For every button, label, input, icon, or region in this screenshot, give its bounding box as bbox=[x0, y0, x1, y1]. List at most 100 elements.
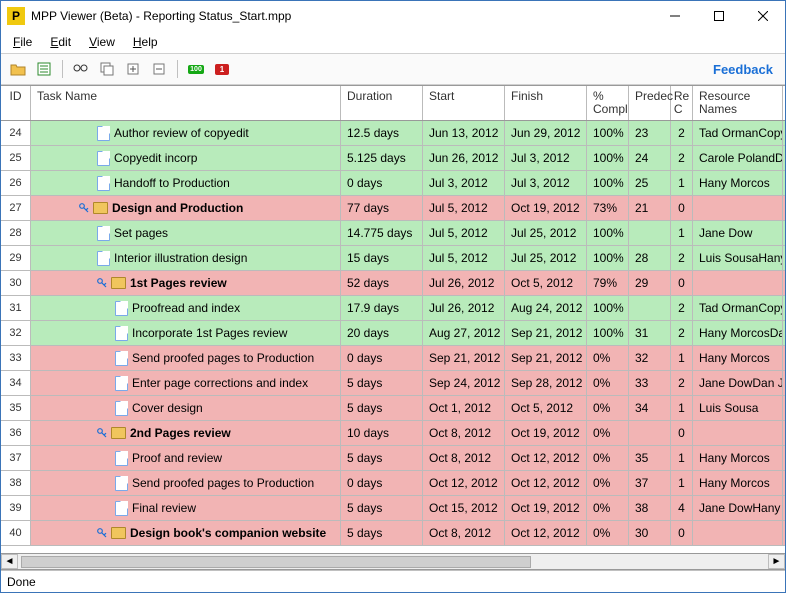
table-row[interactable]: 301st Pages review52 daysJul 26, 2012Oct… bbox=[1, 271, 785, 296]
cell-id: 29 bbox=[1, 246, 31, 270]
cell-finish: Oct 19, 2012 bbox=[505, 496, 587, 520]
table-row[interactable]: 29Interior illustration design15 daysJul… bbox=[1, 246, 785, 271]
scroll-thumb[interactable] bbox=[21, 556, 531, 568]
cell-start: Jul 26, 2012 bbox=[423, 271, 505, 295]
complete-100-icon[interactable]: 100 bbox=[185, 58, 207, 80]
task-name-text: Final review bbox=[132, 501, 196, 515]
cell-start: Oct 8, 2012 bbox=[423, 421, 505, 445]
close-button[interactable] bbox=[741, 1, 785, 31]
col-start[interactable]: Start bbox=[423, 86, 505, 120]
menu-help[interactable]: Help bbox=[125, 33, 166, 51]
cell-id: 24 bbox=[1, 121, 31, 145]
feedback-link[interactable]: Feedback bbox=[713, 62, 779, 77]
expand-all-icon[interactable] bbox=[122, 58, 144, 80]
table-row[interactable]: 39Final review5 daysOct 15, 2012Oct 19, … bbox=[1, 496, 785, 521]
col-resource-count[interactable]: Re C bbox=[671, 86, 693, 120]
cell-complete: 100% bbox=[587, 121, 629, 145]
col-id[interactable]: ID bbox=[1, 86, 31, 120]
folder-icon bbox=[111, 277, 126, 289]
cell-start: Jul 5, 2012 bbox=[423, 221, 505, 245]
copy-icon[interactable] bbox=[96, 58, 118, 80]
table-row[interactable]: 27Design and Production77 daysJul 5, 201… bbox=[1, 196, 785, 221]
menu-view[interactable]: View bbox=[81, 33, 123, 51]
cell-task-name[interactable]: 2nd Pages review bbox=[31, 421, 341, 445]
col-task-name[interactable]: Task Name bbox=[31, 86, 341, 120]
cell-task-name[interactable]: Author review of copyedit bbox=[31, 121, 341, 145]
scroll-right-button[interactable]: ► bbox=[768, 554, 785, 569]
task-name-text: Handoff to Production bbox=[114, 176, 230, 190]
table-row[interactable]: 37Proof and review5 daysOct 8, 2012Oct 1… bbox=[1, 446, 785, 471]
cell-finish: Jul 3, 2012 bbox=[505, 146, 587, 170]
task-name-text: Interior illustration design bbox=[114, 251, 247, 265]
table-row[interactable]: 362nd Pages review10 daysOct 8, 2012Oct … bbox=[1, 421, 785, 446]
maximize-button[interactable] bbox=[697, 1, 741, 31]
scroll-left-button[interactable]: ◄ bbox=[1, 554, 18, 569]
col-predecessors[interactable]: Predec bbox=[629, 86, 671, 120]
minimize-button[interactable] bbox=[653, 1, 697, 31]
cell-duration: 0 days bbox=[341, 346, 423, 370]
table-row[interactable]: 26Handoff to Production0 daysJul 3, 2012… bbox=[1, 171, 785, 196]
menu-file[interactable]: File bbox=[5, 33, 40, 51]
cell-task-name[interactable]: Proofread and index bbox=[31, 296, 341, 320]
find-icon[interactable] bbox=[70, 58, 92, 80]
cell-task-name[interactable]: Cover design bbox=[31, 396, 341, 420]
cell-task-name[interactable]: Proof and review bbox=[31, 446, 341, 470]
cell-task-name[interactable]: Design book's companion website bbox=[31, 521, 341, 545]
cell-duration: 5 days bbox=[341, 496, 423, 520]
task-name-text: Proofread and index bbox=[132, 301, 240, 315]
cell-task-name[interactable]: Final review bbox=[31, 496, 341, 520]
horizontal-scrollbar[interactable]: ◄ ► bbox=[1, 553, 785, 570]
col-finish[interactable]: Finish bbox=[505, 86, 587, 120]
grid-body[interactable]: 24Author review of copyedit12.5 days Jun … bbox=[1, 121, 785, 553]
toolbar-separator bbox=[62, 60, 63, 78]
collapse-all-icon[interactable] bbox=[148, 58, 170, 80]
cell-complete: 100% bbox=[587, 171, 629, 195]
cell-resources: Hany Morcos bbox=[693, 171, 783, 195]
cell-task-name[interactable]: Send proofed pages to Production bbox=[31, 346, 341, 370]
cell-predecessors bbox=[629, 421, 671, 445]
cell-task-name[interactable]: 1st Pages review bbox=[31, 271, 341, 295]
cell-task-name[interactable]: Enter page corrections and index bbox=[31, 371, 341, 395]
table-row[interactable]: 38Send proofed pages to Production0 days… bbox=[1, 471, 785, 496]
late-tasks-icon[interactable]: 1 bbox=[211, 58, 233, 80]
col-duration[interactable]: Duration bbox=[341, 86, 423, 120]
table-row[interactable]: 32Incorporate 1st Pages review20 daysAug… bbox=[1, 321, 785, 346]
export-icon[interactable] bbox=[33, 58, 55, 80]
open-icon[interactable] bbox=[7, 58, 29, 80]
cell-task-name[interactable]: Copyedit incorp bbox=[31, 146, 341, 170]
cell-task-name[interactable]: Incorporate 1st Pages review bbox=[31, 321, 341, 345]
key-icon bbox=[79, 203, 89, 213]
cell-task-name[interactable]: Handoff to Production bbox=[31, 171, 341, 195]
table-row[interactable]: 40Design book's companion website5 daysO… bbox=[1, 521, 785, 546]
cell-finish: Jul 25, 2012 bbox=[505, 221, 587, 245]
cell-duration: 12.5 days bbox=[341, 121, 423, 145]
cell-resource-count: 1 bbox=[671, 346, 693, 370]
cell-resources: Tad OrmanCopye bbox=[693, 296, 783, 320]
col-resource-names[interactable]: Resource Names bbox=[693, 86, 783, 120]
table-row[interactable]: 33Send proofed pages to Production0 days… bbox=[1, 346, 785, 371]
cell-task-name[interactable]: Send proofed pages to Production bbox=[31, 471, 341, 495]
cell-task-name[interactable]: Interior illustration design bbox=[31, 246, 341, 270]
cell-resources bbox=[693, 271, 783, 295]
cell-task-name[interactable]: Set pages bbox=[31, 221, 341, 245]
cell-task-name[interactable]: Design and Production bbox=[31, 196, 341, 220]
col-complete[interactable]: % Compl bbox=[587, 86, 629, 120]
cell-predecessors: 30 bbox=[629, 521, 671, 545]
cell-predecessors bbox=[629, 296, 671, 320]
cell-id: 31 bbox=[1, 296, 31, 320]
table-row[interactable]: 25Copyedit incorp5.125 daysJun 26, 2012J… bbox=[1, 146, 785, 171]
table-row[interactable]: 31Proofread and index17.9 daysJul 26, 20… bbox=[1, 296, 785, 321]
cell-finish: Jun 29, 2012 bbox=[505, 121, 587, 145]
cell-resources: Luis Sousa bbox=[693, 396, 783, 420]
task-name-text: Design book's companion website bbox=[130, 526, 326, 540]
task-name-text: Send proofed pages to Production bbox=[132, 476, 314, 490]
cell-resources: Tad OrmanCopye bbox=[693, 121, 783, 145]
menu-edit[interactable]: Edit bbox=[42, 33, 79, 51]
file-icon bbox=[115, 301, 128, 316]
table-row[interactable]: 28Set pages14.775 daysJul 5, 2012Jul 25,… bbox=[1, 221, 785, 246]
cell-resources: Hany Morcos bbox=[693, 446, 783, 470]
table-row[interactable]: 35Cover design5 daysOct 1, 2012Oct 5, 20… bbox=[1, 396, 785, 421]
table-row[interactable]: 34Enter page corrections and index5 days… bbox=[1, 371, 785, 396]
cell-resource-count: 1 bbox=[671, 471, 693, 495]
table-row[interactable]: 24Author review of copyedit12.5 days Jun … bbox=[1, 121, 785, 146]
